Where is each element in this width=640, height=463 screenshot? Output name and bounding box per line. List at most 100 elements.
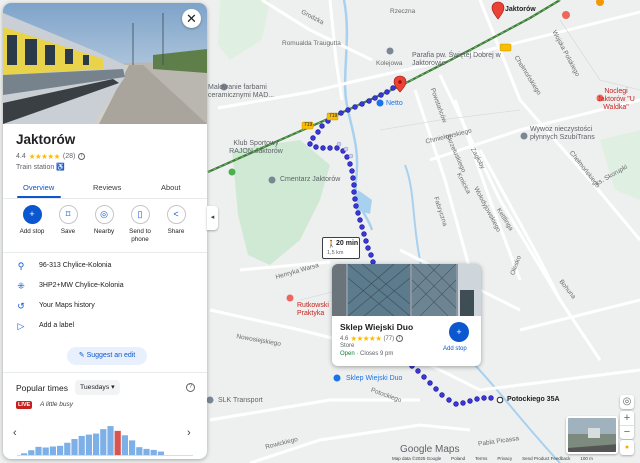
- histogram-bar[interactable]: [57, 445, 64, 455]
- histogram-bar[interactable]: [129, 440, 136, 455]
- histogram-bar-live[interactable]: [114, 430, 121, 455]
- zoom-in-button[interactable]: +: [620, 411, 634, 425]
- place-card-review-count: (77): [383, 335, 395, 342]
- divider: [3, 252, 207, 253]
- tab-about[interactable]: About: [161, 183, 181, 192]
- save-button[interactable]: ⌑ Save: [50, 205, 86, 236]
- footer-terms-link[interactable]: Terms: [475, 456, 487, 463]
- label-icon: ▷: [17, 321, 25, 331]
- place-card-rating-value: 4.6: [340, 335, 349, 342]
- suggest-edit-label: Suggest an edit: [86, 352, 136, 359]
- place-hero-photo[interactable]: ✕: [3, 3, 207, 124]
- map-label: Rutkowski Praktyka: [297, 302, 329, 317]
- footer-country[interactable]: Poland: [451, 456, 465, 463]
- histogram-bar[interactable]: [49, 446, 56, 456]
- history-icon: ↺: [17, 301, 25, 311]
- street-view-thumbnail[interactable]: [566, 416, 618, 454]
- maps-history-row[interactable]: ↺ Your Maps history: [3, 298, 207, 316]
- histogram-bar[interactable]: [150, 449, 157, 455]
- place-category[interactable]: Train station: [16, 164, 54, 171]
- histogram-bar[interactable]: [35, 446, 42, 455]
- histogram-bar[interactable]: [136, 447, 143, 455]
- close-button[interactable]: ✕: [182, 9, 201, 28]
- my-location-button[interactable]: ◎: [620, 395, 634, 409]
- live-badge: LIVE: [16, 401, 33, 409]
- open-status: Open: [340, 351, 355, 357]
- histogram-bar[interactable]: [85, 434, 92, 455]
- pegman-icon: ●: [624, 444, 630, 451]
- address-row[interactable]: ⚲ 96-313 Chylice-Kolonia: [3, 258, 207, 276]
- histogram-bar[interactable]: [157, 451, 164, 455]
- action-label: Save: [60, 228, 76, 235]
- add-stop-button[interactable]: +: [449, 322, 469, 342]
- info-icon[interactable]: i: [396, 335, 404, 342]
- review-count[interactable]: (28): [63, 153, 75, 160]
- action-label: Add stop: [19, 228, 45, 235]
- suggest-edit-button[interactable]: ✎ Suggest an edit: [67, 347, 147, 365]
- action-label: Share: [167, 228, 185, 235]
- footer-feedback-link[interactable]: Send Product Feedback: [522, 456, 570, 463]
- histogram-bar[interactable]: [21, 453, 28, 455]
- collapse-panel-button[interactable]: ◂: [207, 206, 218, 230]
- zoom-control: + −: [620, 411, 634, 439]
- histogram-bar[interactable]: [64, 442, 71, 455]
- help-icon[interactable]: ?: [186, 383, 195, 392]
- map-label: Rzeczna: [390, 8, 416, 15]
- maps-history-text: Your Maps history: [39, 302, 95, 309]
- histogram-bar[interactable]: [78, 435, 85, 455]
- chevron-down-icon: ▾: [111, 384, 115, 391]
- pencil-icon: ✎: [78, 352, 87, 359]
- bookmark-icon: ⌑: [58, 205, 78, 224]
- histogram-bar[interactable]: [28, 450, 35, 455]
- add-stop-label[interactable]: Add stop: [443, 346, 467, 352]
- divider: [3, 372, 207, 373]
- plus-code-row[interactable]: ⁜ 3HP2+MW Chylice-Kolonia: [3, 278, 207, 296]
- map-label: Cmentarz Jaktorów: [280, 176, 341, 183]
- histogram-bar[interactable]: [143, 448, 150, 455]
- map-label: Kolejowa: [376, 60, 403, 67]
- share-icon: <: [166, 205, 186, 224]
- histogram-bar[interactable]: [121, 435, 128, 455]
- info-icon[interactable]: i: [78, 153, 86, 160]
- route-duration-badge[interactable]: 🚶 20 min 1,5 km: [322, 237, 360, 259]
- action-bar: + Add stop ⌑ Save ◎ Nearby ▯ Send to pho…: [3, 205, 207, 249]
- nearby-icon: ◎: [94, 205, 114, 224]
- zoom-out-button[interactable]: −: [620, 425, 634, 439]
- histogram-bar[interactable]: [93, 433, 100, 455]
- scale-bar[interactable]: 100 m: [580, 456, 593, 463]
- map-attribution: Map data ©2025 Google: [392, 456, 442, 461]
- place-card[interactable]: Sklep Wiejski Duo 4.6 ★★★★★ (77) i Store…: [332, 264, 481, 366]
- tab-overview[interactable]: Overview: [23, 183, 54, 192]
- map-label: Netto: [386, 100, 403, 107]
- action-label: Send to phone: [129, 228, 151, 243]
- histogram-bar[interactable]: [71, 439, 78, 455]
- place-card-title[interactable]: Sklep Wiejski Duo: [340, 322, 413, 332]
- address-text: 96-313 Chylice-Kolonia: [39, 262, 112, 269]
- pegman-button[interactable]: ●: [620, 440, 634, 455]
- plus-code-icon: ⁜: [17, 281, 25, 291]
- send-to-phone-button[interactable]: ▯ Send to phone: [122, 205, 158, 243]
- add-label-row[interactable]: ▷ Add a label: [3, 318, 207, 336]
- day-select[interactable]: Tuesdays ▾: [75, 380, 120, 395]
- add-stop-action-button[interactable]: + Add stop: [14, 205, 50, 236]
- route-badge: 719: [329, 113, 338, 119]
- wheelchair-icon: ♿: [56, 164, 65, 171]
- place-details-panel: ✕ Jaktorów 4.4 ★★★★★ (28) i Train statio…: [3, 3, 207, 459]
- rating-value: 4.4: [16, 153, 26, 160]
- histogram-bar[interactable]: [107, 426, 114, 455]
- phone-icon: ▯: [130, 205, 150, 224]
- footer-privacy-link[interactable]: Privacy: [497, 456, 512, 463]
- share-button[interactable]: < Share: [158, 205, 194, 236]
- add-stop-icon: +: [456, 327, 462, 337]
- map-label: SLK Transport: [218, 397, 263, 404]
- tab-reviews[interactable]: Reviews: [93, 183, 121, 192]
- destination-label: Potockiego 35A: [507, 396, 560, 403]
- map-label: Sklep Wiejski Duo: [346, 375, 403, 382]
- nearby-button[interactable]: ◎ Nearby: [86, 205, 122, 236]
- histogram-bar[interactable]: [42, 447, 49, 455]
- destination-marker: [496, 396, 504, 404]
- closing-time: · Closes 9 pm: [356, 351, 394, 357]
- map-label: Jaktorów: [505, 6, 536, 13]
- chevron-left-icon: ◂: [210, 214, 215, 221]
- histogram-bar[interactable]: [100, 429, 107, 455]
